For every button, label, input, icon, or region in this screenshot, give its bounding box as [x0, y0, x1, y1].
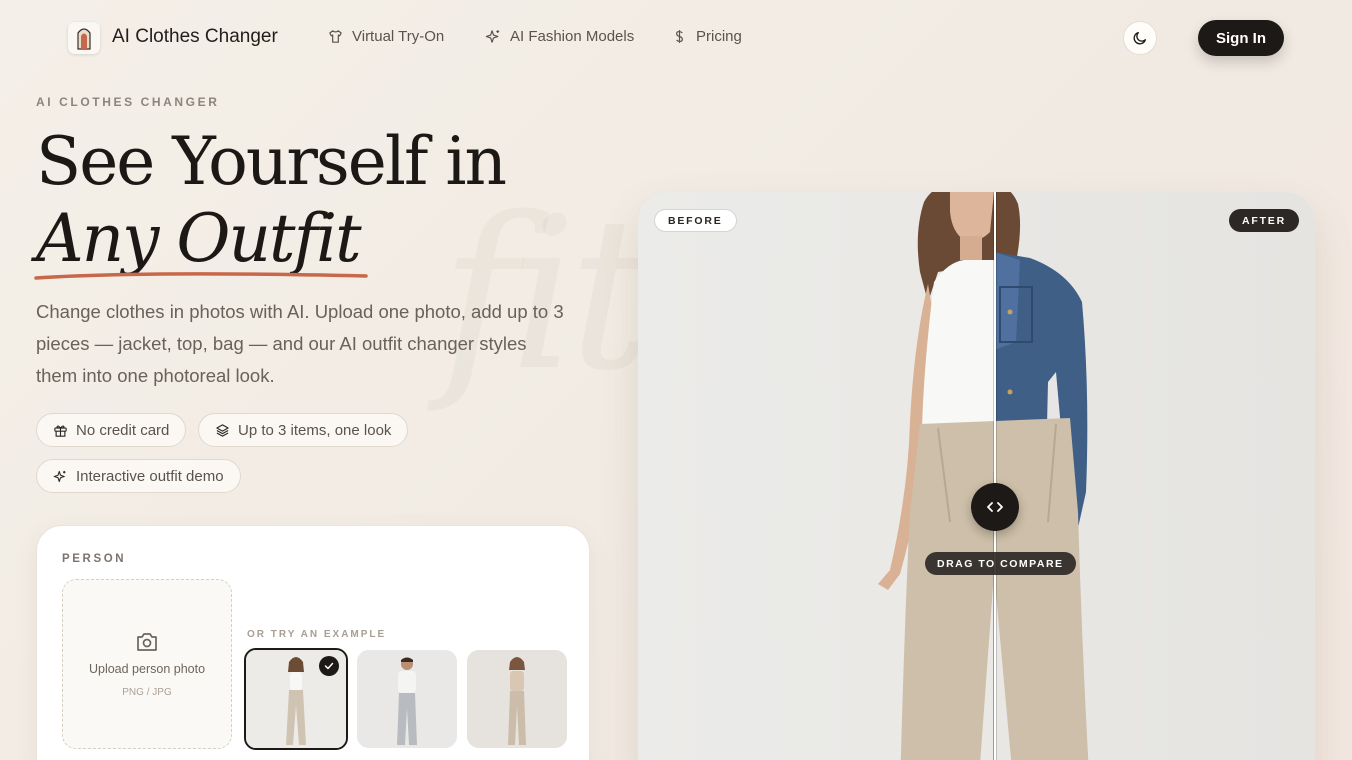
nav-virtual-try-on[interactable]: Virtual Try-On [327, 28, 444, 45]
logo-icon [77, 28, 91, 50]
before-badge: BEFORE [654, 209, 737, 232]
brand-logo[interactable] [68, 22, 100, 54]
theme-toggle-button[interactable] [1123, 21, 1157, 55]
sign-in-button[interactable]: Sign In [1198, 20, 1284, 56]
person-input-card: PERSON Upload person photo PNG / JPG OR … [36, 525, 590, 760]
example-person-image [467, 650, 567, 748]
camera-icon [137, 633, 157, 651]
gift-icon [54, 424, 67, 437]
top-navigation: AI Clothes Changer Virtual Try-On AI Fas… [0, 0, 1352, 76]
hero-eyebrow: AI CLOTHES CHANGER [36, 95, 220, 109]
moon-icon [1133, 31, 1146, 45]
hero-description: Change clothes in photos with AI. Upload… [36, 301, 564, 386]
upload-person-dropzone[interactable]: Upload person photo PNG / JPG [62, 579, 232, 749]
drag-to-compare-hint: DRAG TO COMPARE [925, 552, 1076, 575]
example-person-image [357, 650, 457, 748]
compare-divider[interactable] [994, 192, 996, 760]
compare-drag-handle[interactable] [971, 483, 1019, 531]
example-person-1[interactable] [244, 648, 348, 750]
chip-label: Interactive outfit demo [76, 467, 224, 485]
examples-label: OR TRY AN EXAMPLE [247, 629, 387, 640]
nav-label: AI Fashion Models [510, 28, 635, 45]
dollar-icon [676, 30, 683, 43]
upload-formats: PNG / JPG [122, 687, 172, 698]
nav-label: Pricing [696, 28, 742, 45]
example-person-2[interactable] [357, 650, 457, 748]
hero-title-line1: See Yourself in [36, 123, 507, 200]
sparkles-icon [485, 30, 500, 43]
chip-label: No credit card [76, 421, 170, 439]
code-arrows-icon [987, 502, 1003, 512]
nav-label: Virtual Try-On [352, 28, 445, 45]
model-photo [878, 192, 1089, 760]
layers-icon [216, 423, 229, 437]
chip-up-to-3-items: Up to 3 items, one look [198, 413, 409, 447]
after-badge: AFTER [1229, 209, 1299, 232]
chip-no-credit-card: No credit card [36, 413, 187, 447]
nav-ai-fashion-models[interactable]: AI Fashion Models [485, 28, 634, 45]
hero-title-line2: Any Outfit [36, 200, 362, 277]
person-section-label: PERSON [62, 553, 127, 565]
upload-title: Upload person photo [88, 662, 206, 676]
nav-pricing[interactable]: Pricing [671, 28, 742, 45]
title-underline-decoration [34, 272, 368, 280]
selected-check-icon [319, 656, 339, 676]
shirt-icon [329, 30, 342, 43]
before-after-compare-panel[interactable]: DRAG TO COMPARE BEFORE AFTER [638, 192, 1315, 760]
chip-label: Up to 3 items, one look [238, 421, 392, 439]
chip-interactive-demo: Interactive outfit demo [36, 459, 241, 493]
sparkles-icon [53, 470, 66, 482]
example-person-3[interactable] [467, 650, 567, 748]
brand-name[interactable]: AI Clothes Changer [112, 26, 278, 48]
